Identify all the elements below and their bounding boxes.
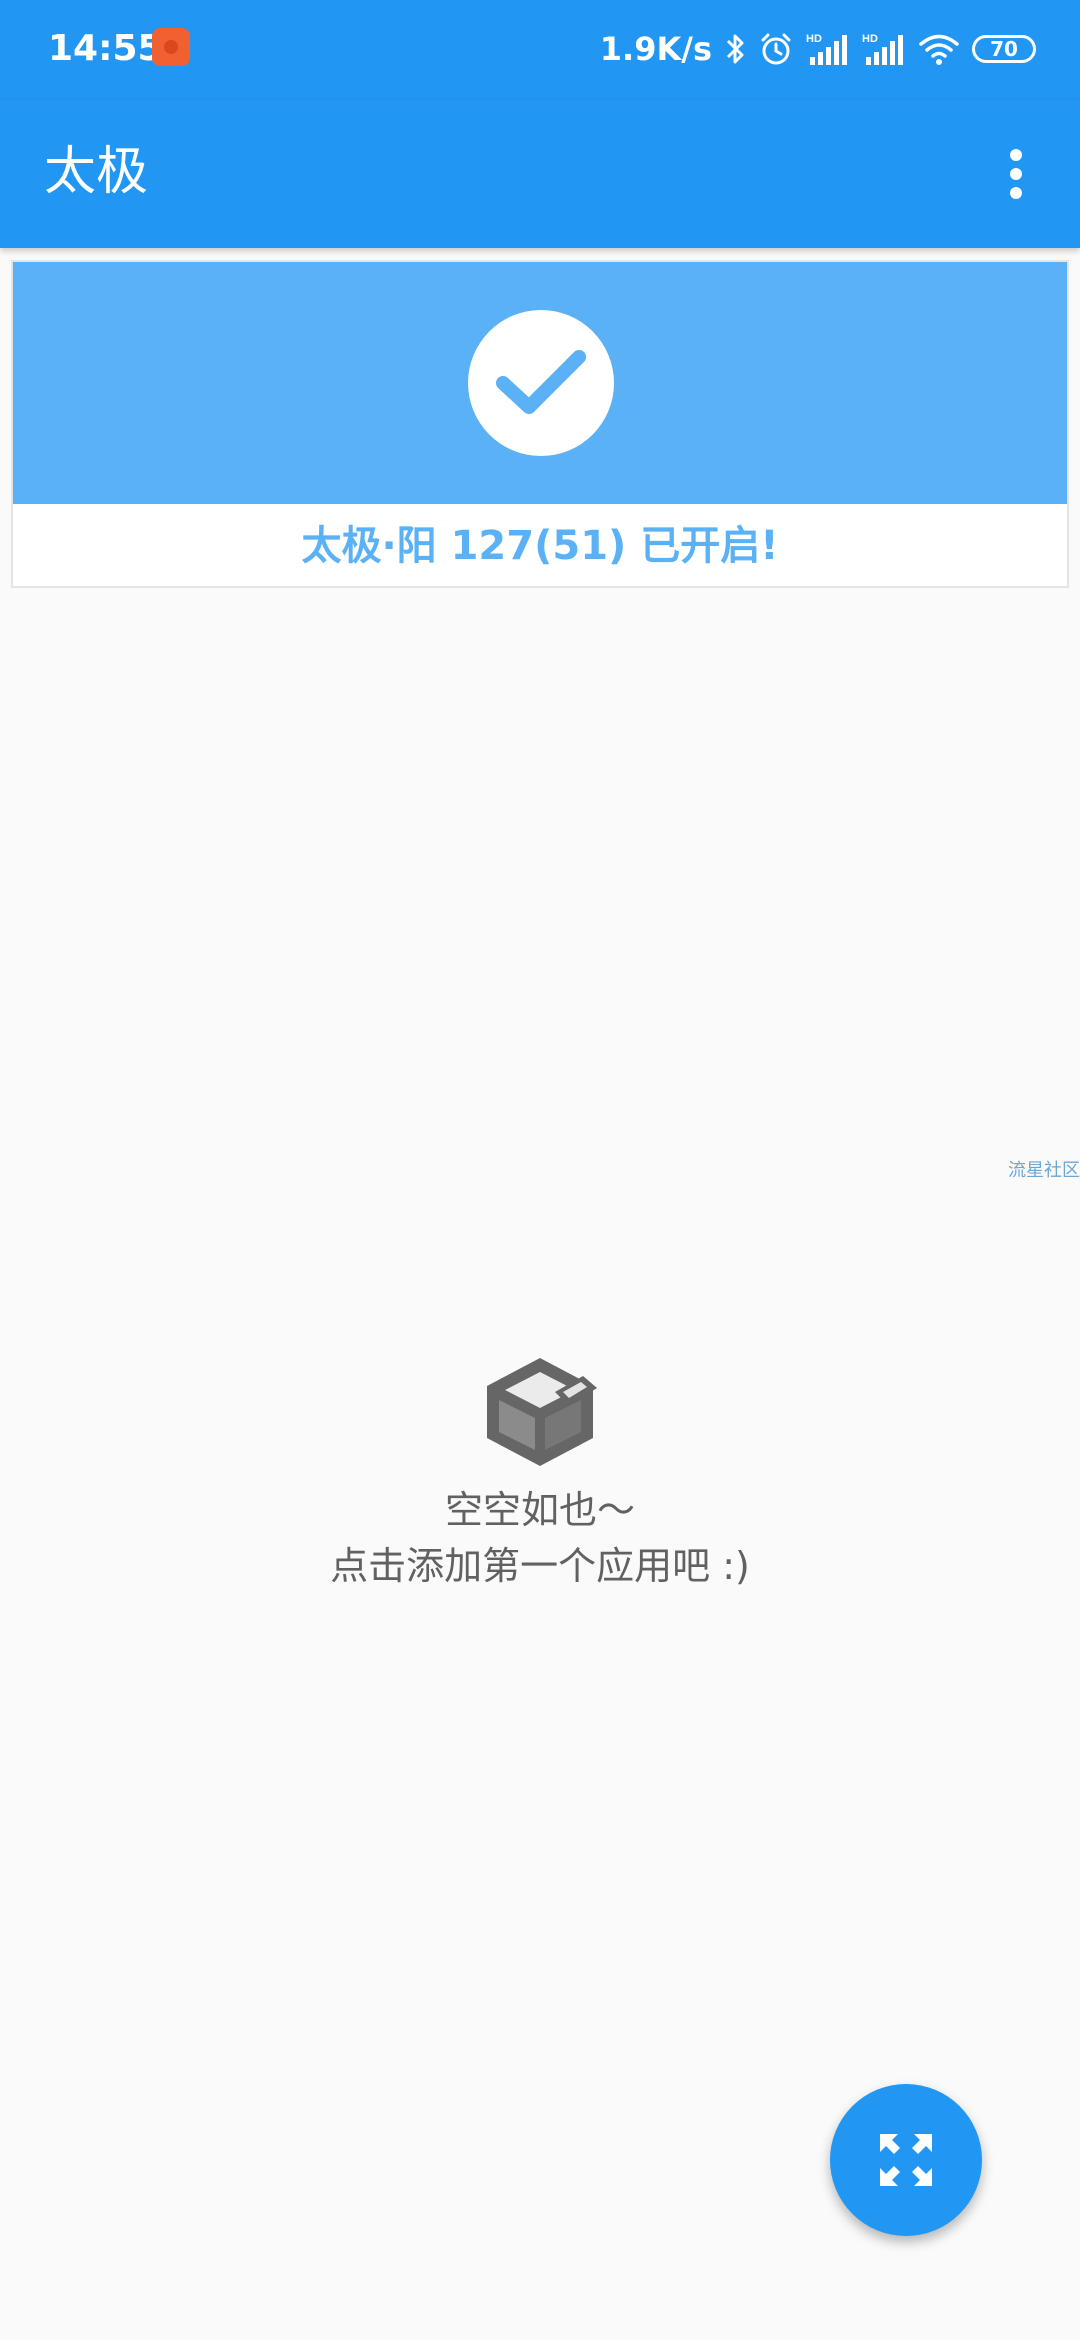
wifi-icon <box>918 31 960 67</box>
app-bar: 太极 <box>0 100 1080 248</box>
watermark-text: 流星社区 <box>1008 1160 1080 1181</box>
status-card-banner <box>13 262 1067 504</box>
framework-status-card[interactable]: 太极·阳 127(51) 已开启! <box>11 260 1069 588</box>
status-icons: 1.9K/s HD HD 70 <box>600 24 1036 74</box>
signal-hd-icon: HD <box>862 31 906 67</box>
empty-state: 空空如也～ 点击添加第一个应用吧 :) <box>0 1352 1080 1594</box>
empty-state-title: 空空如也～ <box>444 1488 635 1532</box>
expand-arrows-icon <box>880 2134 932 2186</box>
overflow-menu-button[interactable] <box>988 138 1044 210</box>
check-icon <box>468 310 614 456</box>
battery-icon: 70 <box>972 35 1036 63</box>
empty-state-subtitle: 点击添加第一个应用吧 :) <box>330 1544 750 1588</box>
overflow-menu-icon <box>1010 149 1022 199</box>
app-notification-icon <box>152 28 190 66</box>
signal-hd-label: HD <box>806 33 822 45</box>
signal-hd-label: HD <box>862 33 878 45</box>
network-speed: 1.9K/s <box>599 30 712 68</box>
status-time: 14:55 <box>48 28 163 69</box>
add-app-fab[interactable] <box>830 2084 982 2236</box>
status-bar: 14:55 1.9K/s HD HD 70 <box>0 0 1080 100</box>
bluetooth-icon <box>724 31 746 67</box>
empty-box-icon <box>475 1352 605 1470</box>
page-title: 太极 <box>44 142 149 202</box>
signal-hd-icon: HD <box>806 31 850 67</box>
alarm-icon <box>758 31 794 67</box>
framework-status-text: 太极·阳 127(51) 已开启! <box>301 523 779 569</box>
